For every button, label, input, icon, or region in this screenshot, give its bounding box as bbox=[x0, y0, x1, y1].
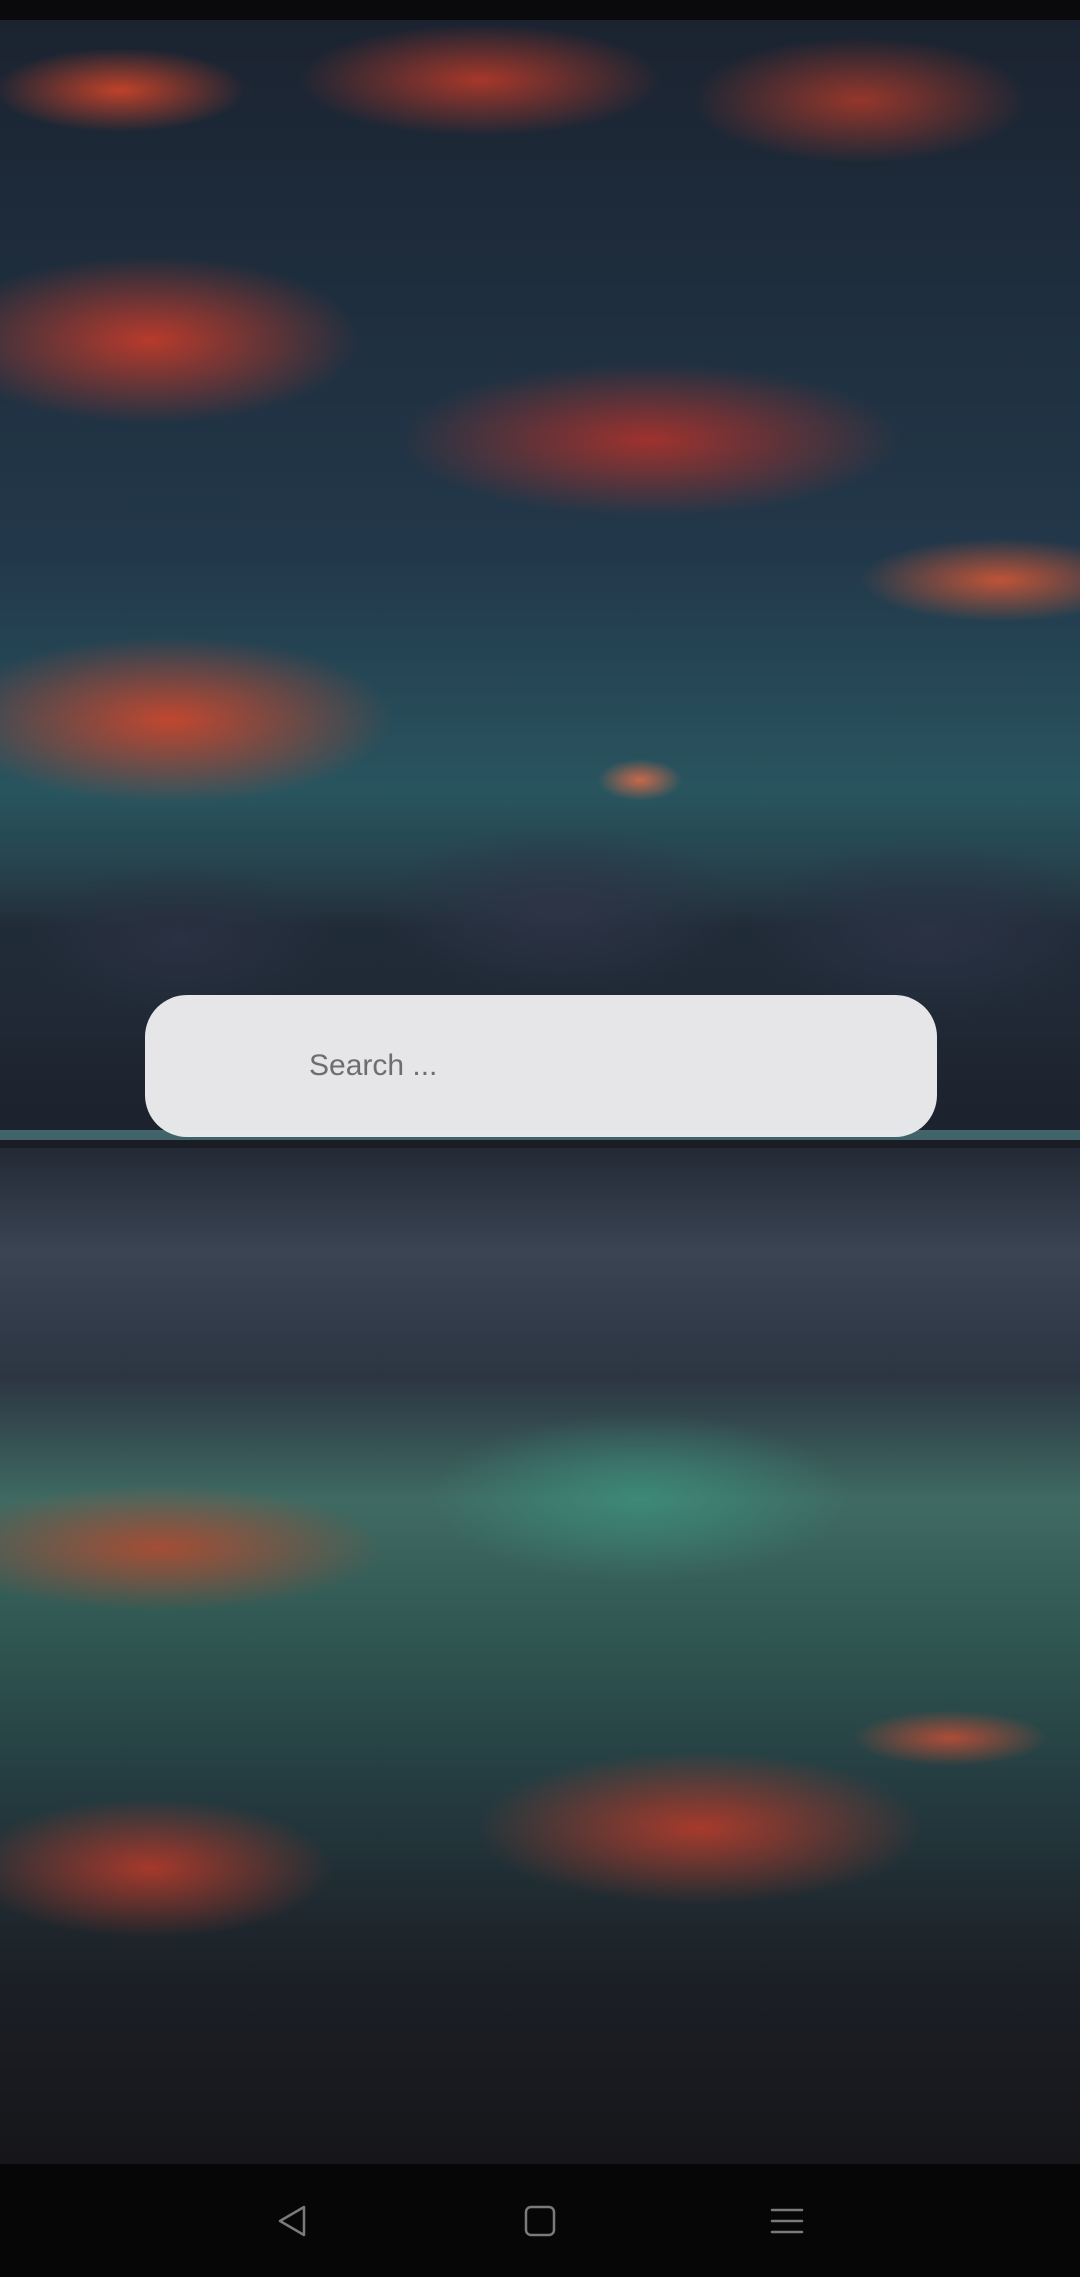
home-screen bbox=[0, 0, 1080, 2277]
menu-button[interactable] bbox=[727, 2164, 847, 2277]
wallpaper-horizon bbox=[0, 1140, 1080, 1148]
wallpaper-water-reflection bbox=[0, 1148, 1080, 2164]
search-bar[interactable] bbox=[145, 995, 937, 1137]
menu-lines-icon bbox=[770, 2208, 804, 2233]
back-triangle-icon bbox=[278, 2205, 306, 2236]
navigation-bar bbox=[0, 2164, 1080, 2277]
back-button[interactable] bbox=[232, 2164, 352, 2277]
home-button[interactable] bbox=[480, 2164, 600, 2277]
home-square-icon bbox=[524, 2205, 556, 2236]
search-input[interactable] bbox=[307, 1048, 871, 1084]
status-bar bbox=[0, 0, 1080, 20]
